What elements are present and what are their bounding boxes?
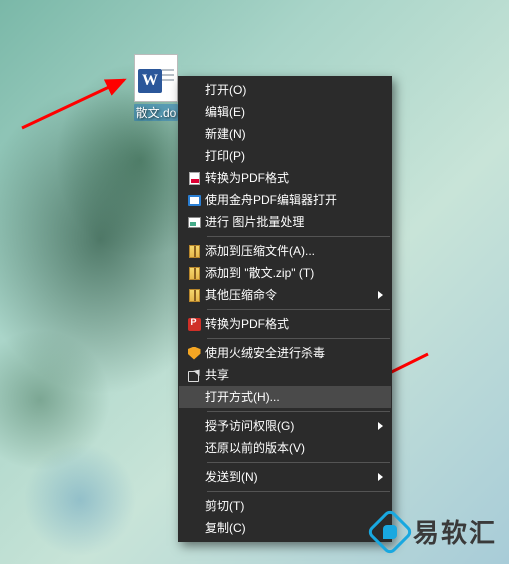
zip-icon bbox=[183, 265, 205, 281]
menu-item-label: 使用金舟PDF编辑器打开 bbox=[205, 194, 383, 206]
menu-item[interactable]: 新建(N) bbox=[179, 123, 391, 145]
zip-icon bbox=[183, 287, 205, 303]
menu-item[interactable]: 打开方式(H)... bbox=[179, 386, 391, 408]
menu-separator bbox=[207, 462, 390, 463]
menu-item-label: 其他压缩命令 bbox=[205, 289, 372, 301]
menu-item[interactable]: 转换为PDF格式 bbox=[179, 313, 391, 335]
watermark-logo-icon bbox=[366, 507, 414, 555]
menu-item-label: 添加到 "散文.zip" (T) bbox=[205, 267, 383, 279]
menu-item[interactable]: 编辑(E) bbox=[179, 101, 391, 123]
menu-item-label: 打开(O) bbox=[205, 84, 383, 96]
submenu-arrow-icon bbox=[378, 473, 383, 481]
blank-icon bbox=[183, 520, 205, 536]
menu-item-label: 进行 图片批量处理 bbox=[205, 216, 383, 228]
menu-item-label: 授予访问权限(G) bbox=[205, 420, 372, 432]
menu-item-label: 转换为PDF格式 bbox=[205, 172, 383, 184]
blank-icon bbox=[183, 126, 205, 142]
menu-item-label: 新建(N) bbox=[205, 128, 383, 140]
menu-item-label: 复制(C) bbox=[205, 522, 383, 534]
menu-item[interactable]: 共享 bbox=[179, 364, 391, 386]
menu-item[interactable]: 发送到(N) bbox=[179, 466, 391, 488]
desktop-file-word[interactable]: 散文.do bbox=[128, 54, 184, 121]
img-icon bbox=[183, 214, 205, 230]
menu-item-label: 添加到压缩文件(A)... bbox=[205, 245, 383, 257]
menu-item-label: 发送到(N) bbox=[205, 471, 372, 483]
menu-item[interactable]: 授予访问权限(G) bbox=[179, 415, 391, 437]
menu-separator bbox=[207, 338, 390, 339]
menu-item-label: 打印(P) bbox=[205, 150, 383, 162]
menu-separator bbox=[207, 491, 390, 492]
blank-icon bbox=[183, 82, 205, 98]
menu-item-label: 编辑(E) bbox=[205, 106, 383, 118]
submenu-arrow-icon bbox=[378, 291, 383, 299]
menu-item[interactable]: 添加到压缩文件(A)... bbox=[179, 240, 391, 262]
submenu-arrow-icon bbox=[378, 422, 383, 430]
blank-icon bbox=[183, 498, 205, 514]
menu-item[interactable]: 剪切(T) bbox=[179, 495, 391, 517]
menu-item[interactable]: 打开(O) bbox=[179, 79, 391, 101]
blank-icon bbox=[183, 418, 205, 434]
menu-item[interactable]: 其他压缩命令 bbox=[179, 284, 391, 306]
menu-item[interactable]: 打印(P) bbox=[179, 145, 391, 167]
menu-item[interactable]: 转换为PDF格式 bbox=[179, 167, 391, 189]
context-menu: 打开(O) 编辑(E) 新建(N) 打印(P) 转换为PDF格式使用金舟PDF编辑器打开… bbox=[178, 76, 392, 542]
menu-item-label: 共享 bbox=[205, 369, 383, 381]
menu-item[interactable]: 使用金舟PDF编辑器打开 bbox=[179, 189, 391, 211]
blank-icon bbox=[183, 148, 205, 164]
menu-item[interactable]: 还原以前的版本(V) bbox=[179, 437, 391, 459]
menu-item-label: 转换为PDF格式 bbox=[205, 318, 383, 330]
shield-icon bbox=[183, 345, 205, 361]
blank-icon bbox=[183, 469, 205, 485]
zip-icon bbox=[183, 243, 205, 259]
blank-icon bbox=[183, 440, 205, 456]
word-file-icon bbox=[134, 54, 178, 102]
menu-item-label: 打开方式(H)... bbox=[205, 391, 383, 403]
pdfe-icon bbox=[183, 192, 205, 208]
menu-item-label: 剪切(T) bbox=[205, 500, 383, 512]
file-label: 散文.do bbox=[134, 104, 179, 121]
menu-separator bbox=[207, 236, 390, 237]
pdf-icon bbox=[183, 170, 205, 186]
watermark: 易软汇 bbox=[373, 513, 497, 550]
menu-item[interactable]: 进行 图片批量处理 bbox=[179, 211, 391, 233]
menu-separator bbox=[207, 309, 390, 310]
blank-icon bbox=[183, 104, 205, 120]
menu-item[interactable]: 使用火绒安全进行杀毒 bbox=[179, 342, 391, 364]
menu-item[interactable]: 复制(C) bbox=[179, 517, 391, 539]
pdf2-icon bbox=[183, 316, 205, 332]
blank-icon bbox=[183, 389, 205, 405]
menu-item-label: 还原以前的版本(V) bbox=[205, 442, 383, 454]
menu-item-label: 使用火绒安全进行杀毒 bbox=[205, 347, 383, 359]
menu-separator bbox=[207, 411, 390, 412]
menu-item[interactable]: 添加到 "散文.zip" (T) bbox=[179, 262, 391, 284]
watermark-text: 易软汇 bbox=[413, 513, 497, 550]
share-icon bbox=[183, 367, 205, 383]
